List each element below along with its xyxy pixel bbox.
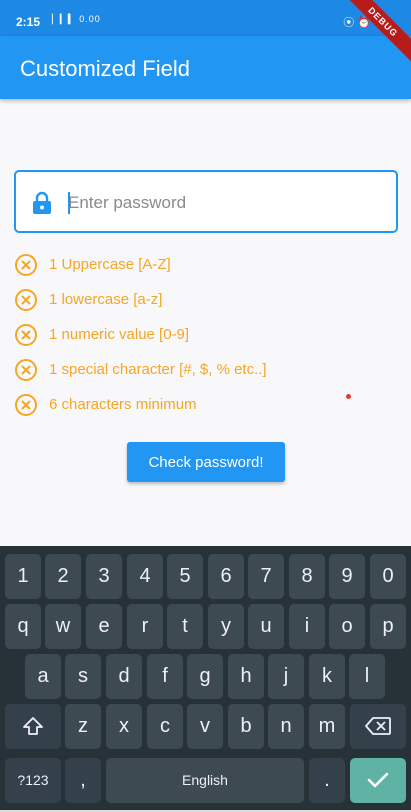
text-caret	[68, 192, 70, 214]
cancel-circle-icon	[15, 359, 37, 381]
symbols-key[interactable]: ?123	[5, 758, 61, 803]
rule-label: 1 lowercase [a-z]	[49, 291, 163, 308]
comma-key[interactable]: ,	[65, 758, 101, 803]
rule-lowercase: 1 lowercase [a-z]	[14, 287, 398, 322]
rule-numeric: 1 numeric value [0-9]	[14, 322, 398, 357]
cancel-circle-icon	[15, 324, 37, 346]
key-o[interactable]: o	[329, 604, 365, 649]
key-t[interactable]: t	[167, 604, 203, 649]
key-8[interactable]: 8	[289, 554, 325, 599]
key-c[interactable]: c	[147, 704, 183, 749]
key-2[interactable]: 2	[45, 554, 81, 599]
space-key[interactable]: English	[106, 758, 304, 803]
key-h[interactable]: h	[228, 654, 264, 699]
key-f[interactable]: f	[147, 654, 183, 699]
password-rules-list: 1 Uppercase [A-Z] 1 lowercase [a-z] 1 nu…	[14, 252, 398, 427]
lock-icon	[33, 191, 51, 214]
enter-key[interactable]	[350, 758, 406, 803]
key-u[interactable]: u	[248, 604, 284, 649]
key-4[interactable]: 4	[127, 554, 163, 599]
status-bar: 2:15 ▏▎▍ 0.00 ⦿ ⏰	[0, 0, 411, 36]
key-9[interactable]: 9	[329, 554, 365, 599]
key-l[interactable]: l	[349, 654, 385, 699]
key-q[interactable]: q	[5, 604, 41, 649]
backspace-key[interactable]	[350, 704, 406, 749]
keyboard: 1 2 3 4 5 6 7 8 9 0 q w e r t y u i o p …	[0, 546, 411, 812]
key-k[interactable]: k	[309, 654, 345, 699]
rule-label: 1 numeric value [0-9]	[49, 326, 190, 343]
check-icon	[367, 772, 389, 788]
check-password-button[interactable]: Check password!	[127, 442, 285, 482]
key-z[interactable]: z	[65, 704, 101, 749]
key-s[interactable]: s	[65, 654, 101, 699]
rule-label: 1 special character [#, $, % etc..]	[49, 361, 267, 378]
key-g[interactable]: g	[187, 654, 223, 699]
key-r[interactable]: r	[127, 604, 163, 649]
key-p[interactable]: p	[370, 604, 406, 649]
touch-indicator	[346, 394, 351, 399]
cancel-circle-icon	[15, 394, 37, 416]
key-e[interactable]: e	[86, 604, 122, 649]
key-5[interactable]: 5	[167, 554, 203, 599]
key-d[interactable]: d	[106, 654, 142, 699]
backspace-icon	[365, 717, 391, 735]
key-n[interactable]: n	[268, 704, 304, 749]
password-field[interactable]	[14, 170, 398, 233]
key-a[interactable]: a	[25, 654, 61, 699]
cancel-circle-icon	[15, 254, 37, 276]
signal-icon: ▏▎▍ 0.00	[52, 14, 101, 24]
password-input[interactable]	[68, 190, 378, 216]
key-m[interactable]: m	[309, 704, 345, 749]
page-title: Customized Field	[20, 56, 190, 81]
key-v[interactable]: v	[187, 704, 223, 749]
period-key[interactable]: .	[309, 758, 345, 803]
rule-label: 1 Uppercase [A-Z]	[49, 256, 171, 273]
app-bar: Customized Field	[0, 36, 411, 99]
key-6[interactable]: 6	[208, 554, 244, 599]
rule-uppercase: 1 Uppercase [A-Z]	[14, 252, 398, 287]
rule-special: 1 special character [#, $, % etc..]	[14, 357, 398, 392]
key-y[interactable]: y	[208, 604, 244, 649]
key-3[interactable]: 3	[86, 554, 122, 599]
shift-key[interactable]	[5, 704, 61, 749]
key-1[interactable]: 1	[5, 554, 41, 599]
rule-min-length: 6 characters minimum	[14, 392, 398, 427]
shift-icon	[23, 717, 43, 735]
key-i[interactable]: i	[289, 604, 325, 649]
cancel-circle-icon	[15, 289, 37, 311]
status-time: 2:15	[16, 15, 41, 29]
key-w[interactable]: w	[45, 604, 81, 649]
key-j[interactable]: j	[268, 654, 304, 699]
key-x[interactable]: x	[106, 704, 142, 749]
rule-label: 6 characters minimum	[49, 396, 197, 413]
key-0[interactable]: 0	[370, 554, 406, 599]
key-b[interactable]: b	[228, 704, 264, 749]
key-7[interactable]: 7	[248, 554, 284, 599]
